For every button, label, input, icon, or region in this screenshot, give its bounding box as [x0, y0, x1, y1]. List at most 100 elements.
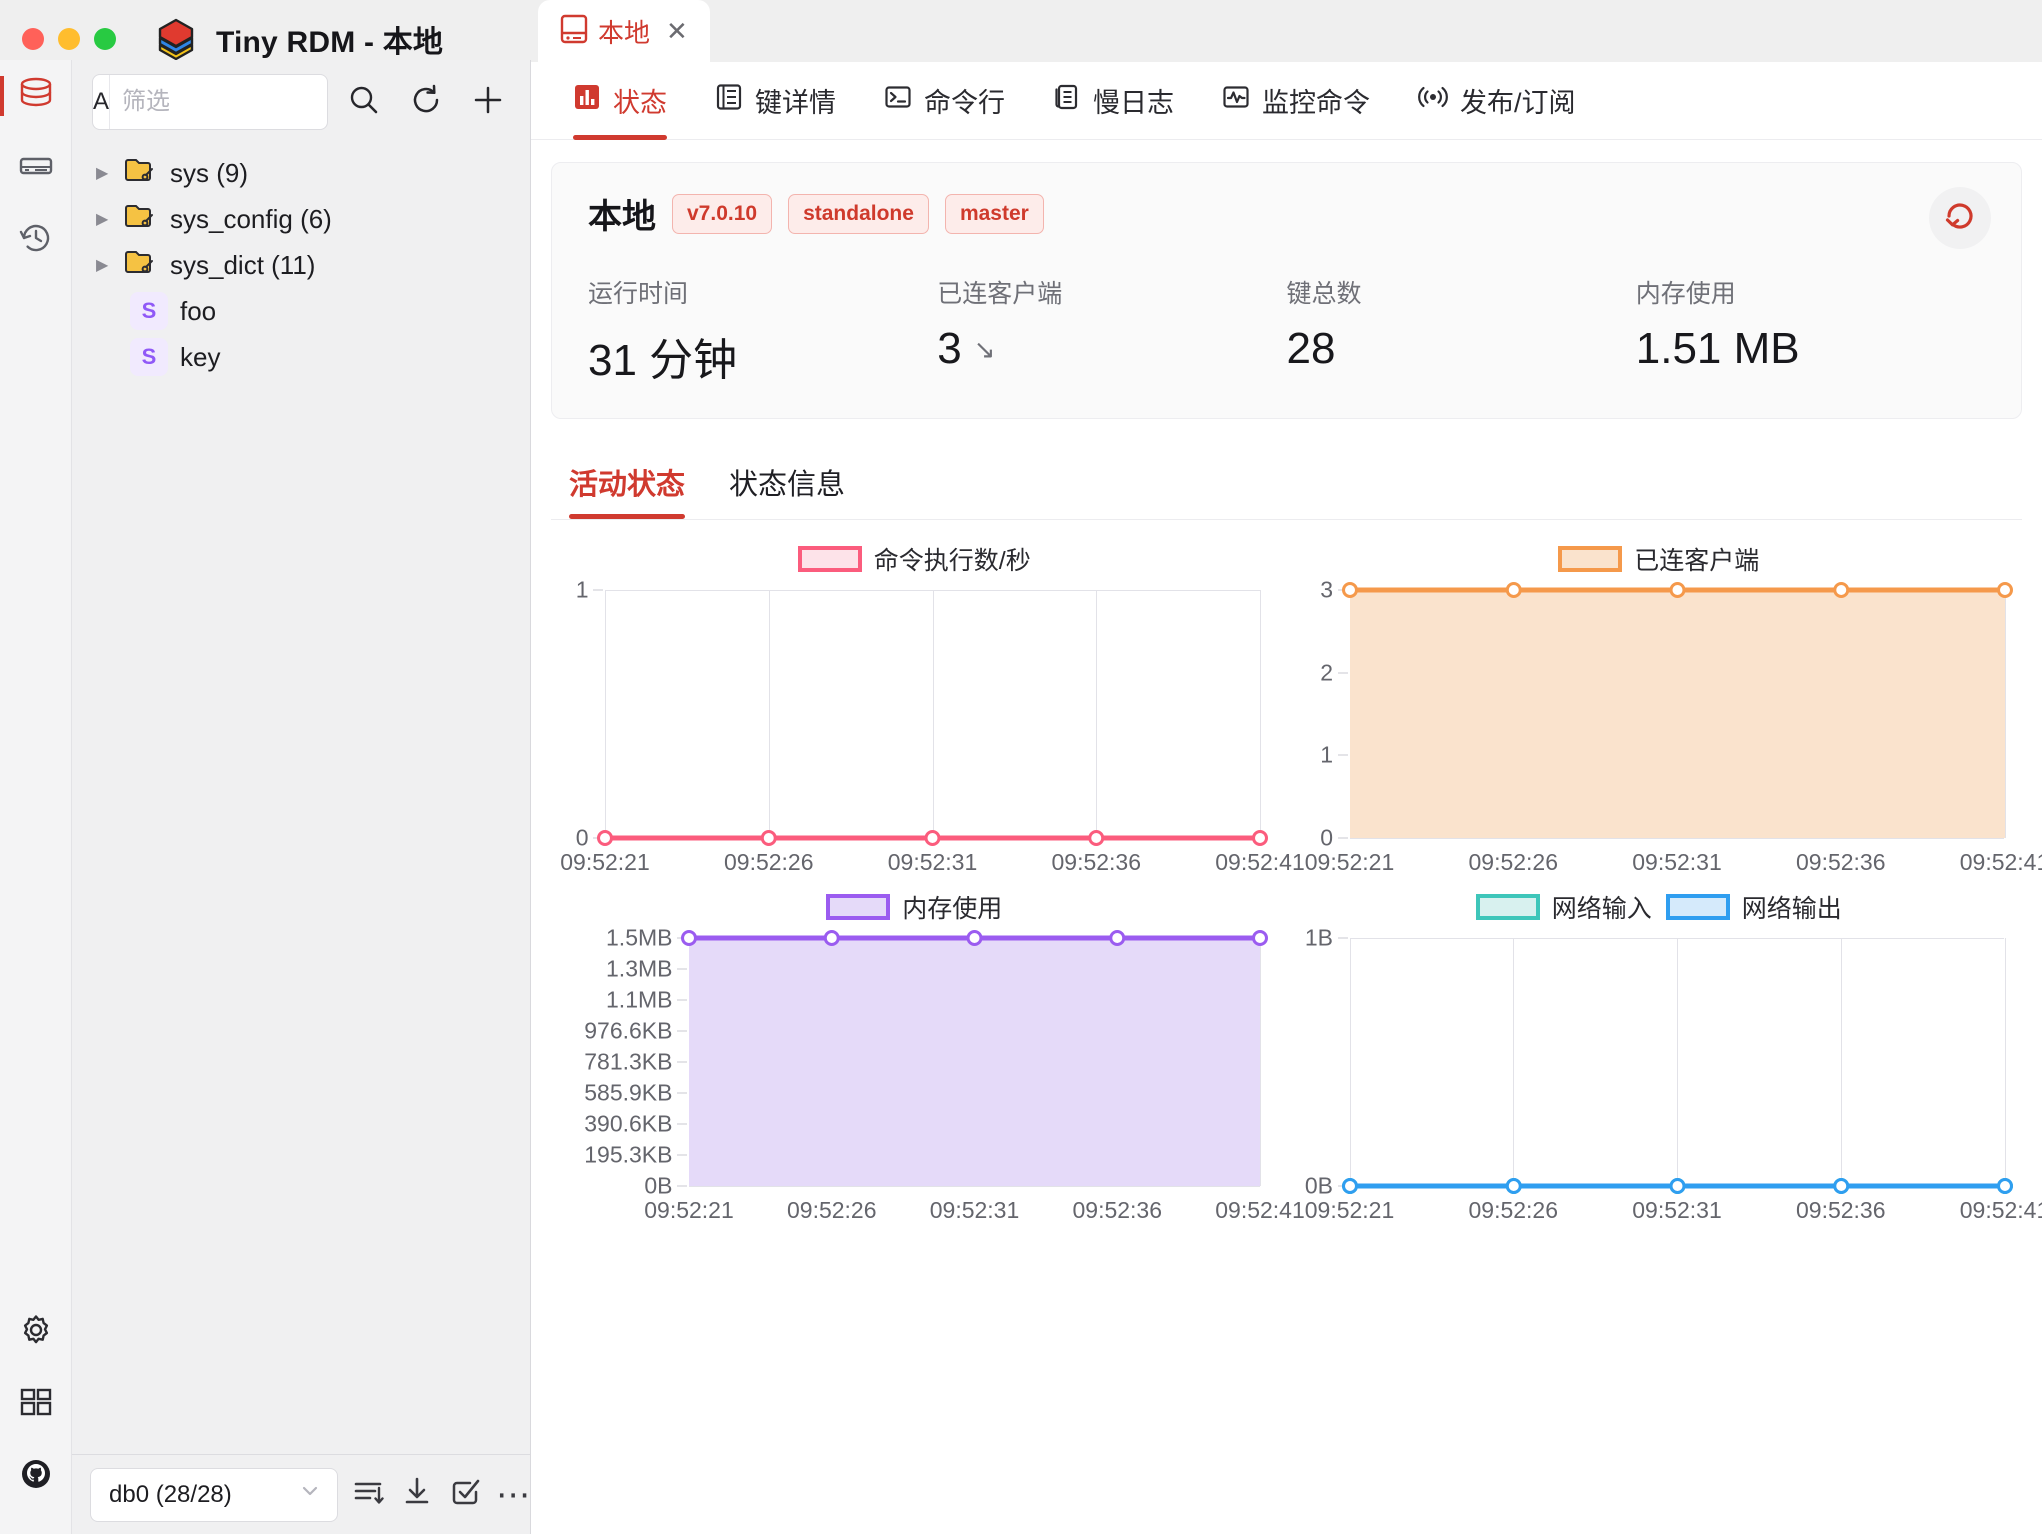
database-select[interactable]: db0 (28/28) — [90, 1467, 338, 1522]
series-point[interactable] — [1669, 582, 1685, 598]
series-point[interactable] — [1505, 582, 1522, 598]
tab-pubsub[interactable]: 发布/订阅 — [1418, 62, 1576, 140]
series-point[interactable] — [1669, 1178, 1685, 1194]
series-point[interactable] — [1341, 1178, 1358, 1194]
status-metrics: 运行时间 31 分钟 已连客户端 3 ↘ 键总数 28 内存使用 1.51 MB — [588, 274, 1985, 388]
legend-item[interactable]: 网络输入 — [1475, 889, 1652, 925]
main-panel: 状态 键详情 命令行 慢日志 监控命令 发布/订阅 本地 v7.0.10 sta… — [531, 62, 2042, 1534]
series-point[interactable] — [1996, 1178, 2013, 1194]
series-point[interactable] — [1252, 830, 1268, 846]
select-all-button[interactable] — [448, 1468, 482, 1522]
series-point[interactable] — [1832, 1178, 1849, 1194]
tab-slow-log[interactable]: 慢日志 — [1053, 62, 1174, 140]
metric-label: 运行时间 — [588, 280, 689, 308]
series-point[interactable] — [1088, 830, 1105, 846]
tree-item-sys-dict[interactable]: ▶ sys_dict (11) — [72, 242, 530, 288]
metric-total-keys: 键总数 28 — [1287, 274, 1636, 388]
close-icon[interactable]: ✕ — [666, 16, 688, 47]
gear-icon — [17, 1311, 55, 1354]
tree-item-foo[interactable]: ▶ S foo — [72, 288, 530, 334]
server-rack-icon — [17, 147, 55, 190]
legend-item[interactable]: 内存使用 — [826, 889, 1002, 925]
search-button[interactable] — [338, 74, 390, 130]
chart-series-layer — [597, 830, 1268, 846]
tree-item-label: key — [180, 341, 221, 372]
github-icon — [17, 1455, 55, 1498]
tab-status[interactable]: 状态 — [573, 62, 667, 140]
legend-label: 命令执行数/秒 — [873, 547, 1031, 575]
series-point[interactable] — [597, 830, 613, 846]
connection-name: 本地 — [588, 198, 656, 236]
app-logo-icon — [154, 17, 198, 61]
legend-item[interactable]: 已连客户端 — [1558, 541, 1759, 577]
status-content: 本地 v7.0.10 standalone master 运行时间 31 分钟 … — [531, 140, 2042, 1534]
tab-key-detail[interactable]: 键详情 — [715, 62, 836, 140]
terminal-icon — [884, 83, 912, 118]
tree-item-label: sys_config (6) — [170, 203, 332, 234]
rail-item-settings[interactable] — [0, 1296, 72, 1368]
add-button[interactable] — [462, 74, 514, 130]
tree-item-key[interactable]: ▶ S key — [72, 334, 530, 380]
chart-plot: 0 1 2 3 09:52:21 09:52:26 09:52:31 09:52:36 09:5… — [1300, 577, 2042, 876]
legend-swatch — [1665, 894, 1730, 920]
refresh-status-button[interactable] — [1929, 187, 1991, 249]
zoom-button[interactable] — [94, 28, 116, 50]
legend-item[interactable]: 命令执行数/秒 — [797, 541, 1031, 577]
tree-item-sys[interactable]: ▶ sys (9) — [72, 150, 530, 196]
import-button[interactable] — [400, 1468, 434, 1522]
minimize-button[interactable] — [58, 28, 80, 50]
legend-item[interactable]: 网络输出 — [1665, 889, 1842, 925]
filter-box[interactable]: A — [92, 74, 328, 130]
series-point[interactable] — [1505, 1178, 1522, 1194]
tab-label: 键详情 — [755, 88, 836, 118]
series-point[interactable] — [1109, 930, 1126, 946]
window-tab-local[interactable]: 本地 ✕ — [538, 0, 710, 62]
subtab-info[interactable]: 状态信息 — [729, 445, 845, 519]
chevron-right-icon[interactable]: ▶ — [96, 255, 112, 275]
refresh-button[interactable] — [400, 74, 452, 130]
window-tab-label: 本地 — [598, 17, 651, 48]
series-point[interactable] — [760, 830, 777, 846]
close-button[interactable] — [22, 28, 44, 50]
series-point[interactable] — [966, 930, 983, 946]
refresh-icon — [409, 83, 443, 122]
series-point[interactable] — [1996, 582, 2013, 598]
status-card-header: 本地 v7.0.10 standalone master — [588, 189, 1985, 238]
window-title: Tiny RDM - 本地 — [216, 17, 443, 61]
more-button[interactable]: ⋯ — [496, 1468, 530, 1522]
subtab-activity[interactable]: 活动状态 — [569, 445, 686, 519]
window-tabstrip: 本地 ✕ — [530, 0, 2042, 62]
search-input[interactable] — [110, 75, 327, 129]
chevron-right-icon[interactable]: ▶ — [96, 163, 112, 183]
metric-label: 键总数 — [1286, 280, 1362, 308]
chevron-right-icon[interactable]: ▶ — [96, 209, 112, 229]
key-detail-icon — [715, 83, 743, 118]
series-point[interactable] — [1832, 582, 1849, 598]
rail-item-github[interactable] — [0, 1440, 72, 1512]
series-point[interactable] — [823, 930, 840, 946]
tab-label: 慢日志 — [1093, 88, 1174, 118]
tab-command-line[interactable]: 命令行 — [884, 62, 1005, 140]
filter-prefix-label[interactable]: A — [93, 75, 111, 129]
tab-monitor[interactable]: 监控命令 — [1222, 62, 1370, 140]
series-point[interactable] — [1252, 930, 1268, 946]
series-point[interactable] — [681, 930, 697, 946]
legend-label: 已连客户端 — [1634, 547, 1760, 575]
metric-label: 内存使用 — [1635, 280, 1736, 308]
select-all-icon — [448, 1475, 482, 1514]
rail-item-apps[interactable] — [0, 1368, 72, 1440]
metric-value-wrap: 3 ↘ — [937, 324, 1286, 374]
rail-item-history[interactable] — [0, 204, 72, 276]
tab-label: 状态 — [613, 88, 667, 118]
metric-value: 1.51 MB — [1635, 324, 1800, 373]
series-point[interactable] — [1341, 582, 1358, 598]
series-point[interactable] — [924, 830, 941, 846]
import-icon — [400, 1475, 434, 1514]
broadcast-icon — [1418, 83, 1448, 118]
rail-item-server[interactable] — [0, 132, 72, 204]
rail-item-database[interactable] — [0, 60, 72, 132]
metric-memory-usage: 内存使用 1.51 MB — [1636, 274, 1985, 388]
tree-item-sys-config[interactable]: ▶ sys_config (6) — [72, 196, 530, 242]
sort-button[interactable] — [352, 1468, 386, 1522]
title-separator: - — [363, 26, 375, 59]
